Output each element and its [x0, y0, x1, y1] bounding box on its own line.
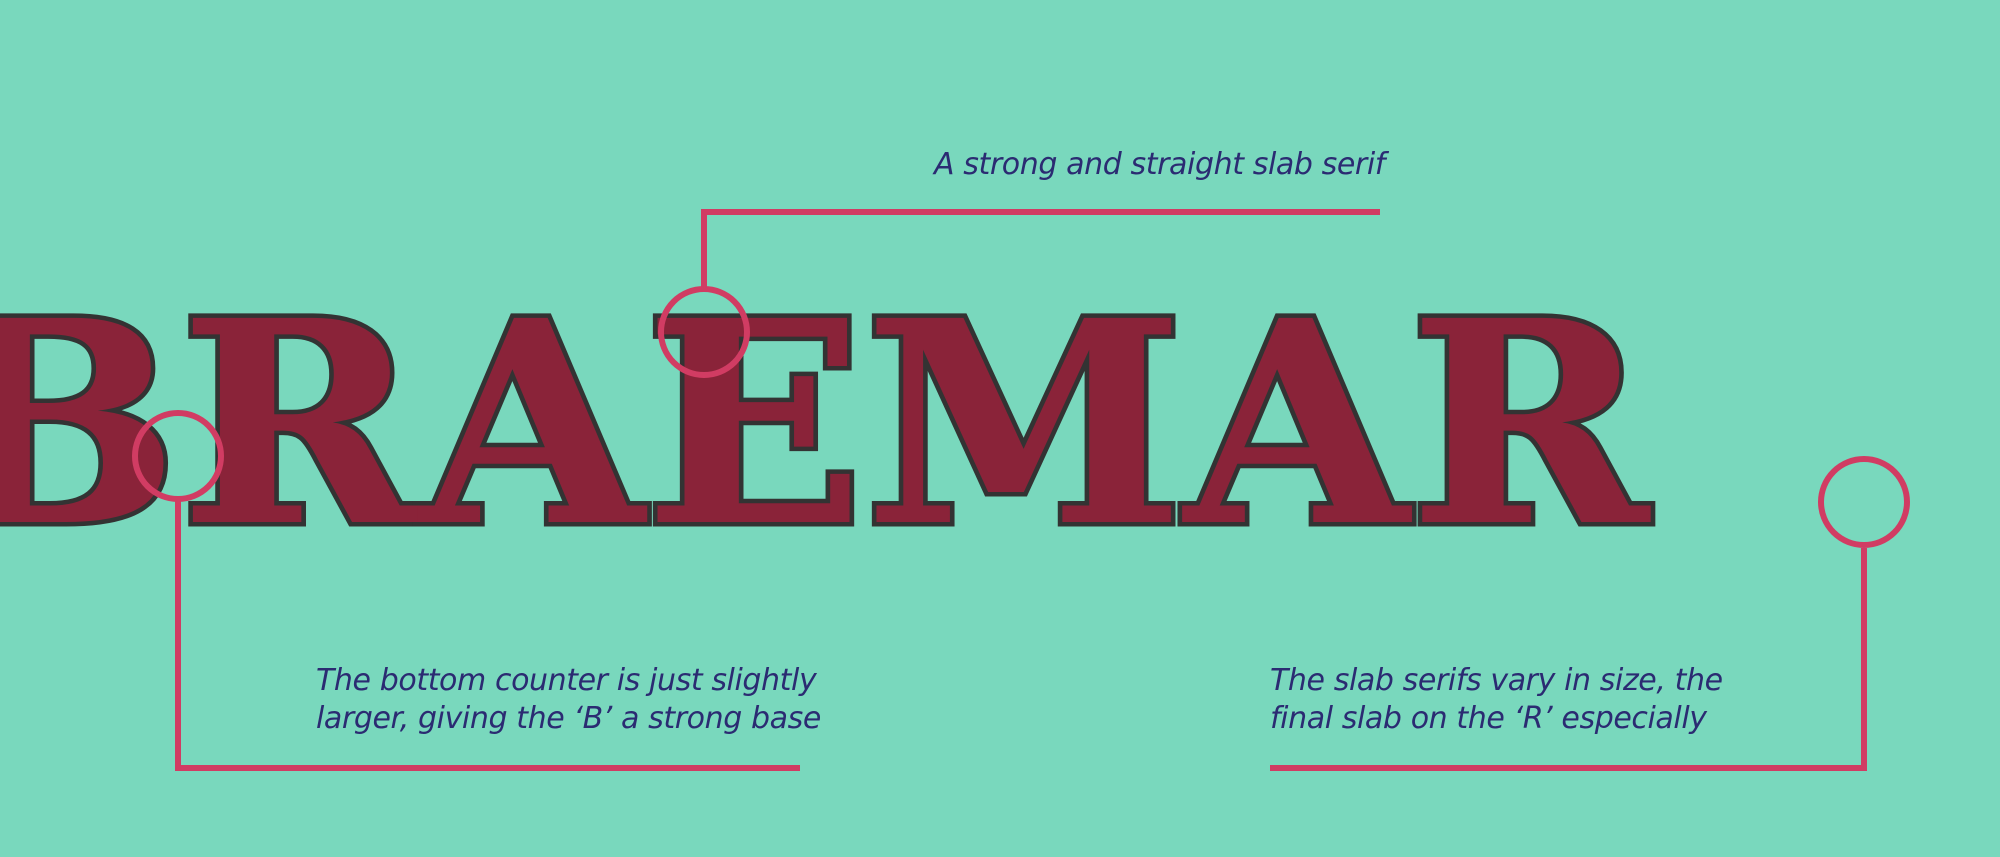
circle-marker-icon	[1818, 456, 1910, 548]
caption-bottom-counter: The bottom counter is just slightly larg…	[316, 662, 821, 738]
caption-slab-serif: A strong and straight slab serif	[934, 146, 1385, 184]
caption-line: larger, giving the ‘B’ a strong base	[316, 701, 821, 736]
specimen-canvas: BRAEMAR A strong and straight slab serif…	[0, 0, 2000, 857]
caption-line: A strong and straight slab serif	[934, 147, 1385, 182]
caption-slab-size: The slab serifs vary in size, the final …	[1270, 662, 1723, 738]
caption-line: The slab serifs vary in size, the	[1270, 663, 1723, 698]
caption-line: final slab on the ‘R’ especially	[1270, 701, 1707, 736]
caption-line: The bottom counter is just slightly	[316, 663, 817, 698]
wordmark-braemar: BRAEMAR	[0, 260, 1653, 589]
